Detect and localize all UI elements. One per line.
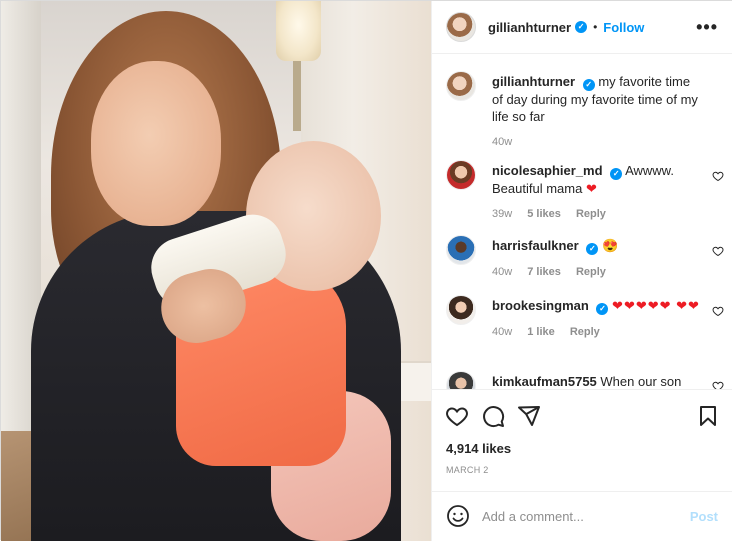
comment-emoji: 😍 [601,238,619,253]
comment-username[interactable]: harrisfaulkner [492,238,579,253]
comment-text: When our son [600,374,682,389]
comment-age[interactable]: 40w [492,266,512,278]
verified-icon: ✓ [596,303,609,315]
comment-likes[interactable]: 7 likes [527,266,561,278]
verified-icon: ✓ [575,21,588,33]
bookmark-icon[interactable] [696,404,720,428]
heart-icon[interactable] [445,404,469,428]
like-comment-heart-icon[interactable] [712,170,724,182]
reply-button[interactable]: Reply [570,326,600,338]
likes-count[interactable]: 4,914 likes [446,441,511,456]
emoji-icon[interactable] [446,504,470,528]
photo-lamp-arm [293,61,301,131]
comment-username[interactable]: nicolesaphier_md [492,163,603,178]
comment-input[interactable]: Add a comment... [482,509,584,524]
verified-icon: ✓ [582,79,595,91]
photo-lamp [276,1,321,61]
follow-button[interactable]: Follow [603,20,644,35]
heart-emoji: ❤❤❤❤❤ ❤❤ [612,298,700,313]
post-date[interactable]: MARCH 2 [446,465,489,475]
caption-age[interactable]: 40w [492,136,512,148]
post-actions-bar [432,389,732,439]
comment-likes[interactable]: 5 likes [527,208,561,220]
post-side-panel: gillianhturner ✓ • Follow ••• gillianhtu… [431,1,732,541]
avatar[interactable] [446,12,476,42]
comment-age[interactable]: 39w [492,208,512,220]
heart-emoji: ❤ [585,181,598,196]
comment-likes[interactable]: 1 like [527,326,555,338]
reply-button[interactable]: Reply [576,208,606,220]
header-separator: • [593,20,598,34]
post-button[interactable]: Post [690,509,718,524]
avatar[interactable] [446,295,476,325]
share-icon[interactable] [517,404,541,428]
comment-age[interactable]: 40w [492,326,512,338]
avatar[interactable] [446,71,476,101]
reply-button[interactable]: Reply [576,266,606,278]
comment-username[interactable]: kimkaufman5755 [492,374,597,389]
avatar[interactable] [446,160,476,190]
verified-icon: ✓ [610,168,623,180]
more-icon[interactable]: ••• [696,17,718,38]
post-photo[interactable] [1,1,431,541]
like-comment-heart-icon[interactable] [712,245,724,257]
comment-icon[interactable] [481,404,505,428]
like-comment-heart-icon[interactable] [712,305,724,317]
avatar[interactable] [446,235,476,265]
post-modal: gillianhturner ✓ • Follow ••• gillianhtu… [0,0,732,541]
post-header: gillianhturner ✓ • Follow ••• [432,1,732,54]
like-comment-heart-icon[interactable] [712,380,724,389]
verified-icon: ✓ [586,243,599,255]
comment-username[interactable]: brookesingman [492,298,589,313]
add-comment-bar: Add a comment... Post [432,491,732,541]
caption-username[interactable]: gillianhturner [492,74,575,89]
header-username[interactable]: gillianhturner [488,20,571,35]
photo-woman-face [91,61,221,226]
avatar[interactable] [446,371,476,389]
comments-list[interactable]: gillianhturner ✓ my favorite time of day… [432,55,732,389]
